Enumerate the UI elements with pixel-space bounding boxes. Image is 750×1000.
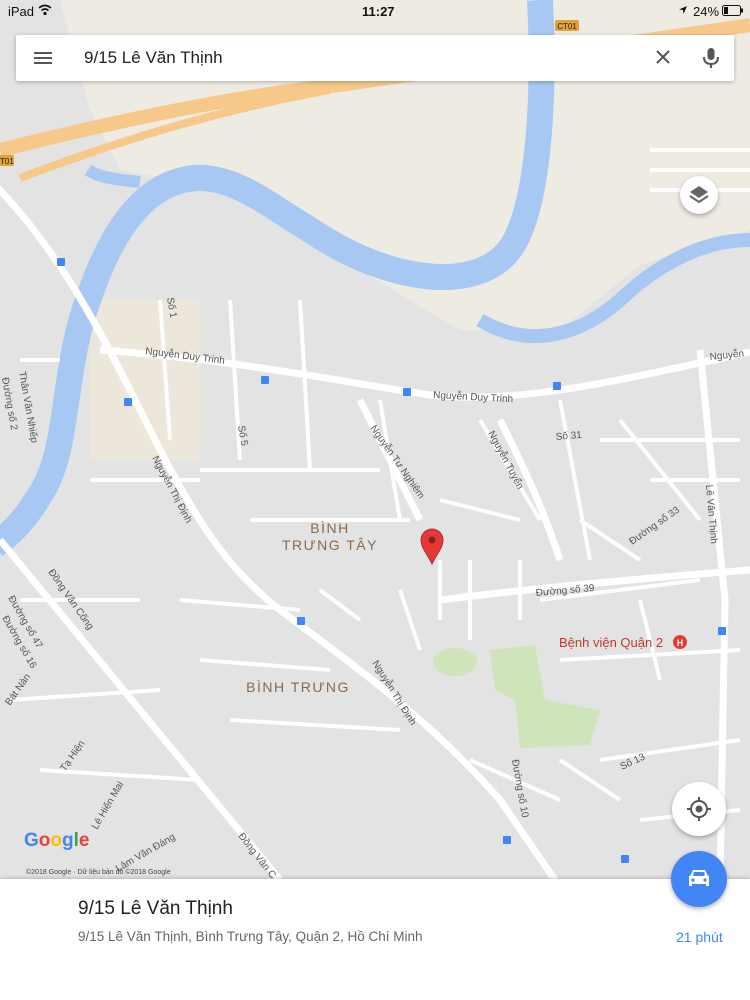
car-icon bbox=[689, 870, 709, 886]
menu-button[interactable] bbox=[30, 46, 56, 70]
layers-icon bbox=[689, 186, 709, 204]
hospital-icon[interactable]: H bbox=[673, 635, 687, 649]
status-bar: iPad 11:27 24% bbox=[0, 0, 750, 22]
wifi-icon bbox=[38, 4, 52, 16]
microphone-icon bbox=[703, 48, 719, 68]
travel-time[interactable]: 21 phút bbox=[676, 929, 723, 945]
search-query[interactable]: 9/15 Lê Văn Thịnh bbox=[84, 48, 223, 68]
battery-icon bbox=[722, 5, 743, 16]
close-icon bbox=[656, 50, 670, 64]
map-layers-button[interactable] bbox=[680, 176, 718, 214]
battery-percent: 24% bbox=[693, 4, 720, 19]
place-info-sheet[interactable]: 9/15 Lê Văn Thịnh 9/15 Lê Văn Thịnh, Bìn… bbox=[0, 879, 750, 1000]
area-label: BÌNH TRƯNG bbox=[246, 679, 350, 695]
map-canvas[interactable]: CT01 CT01 Nguyễn Duy Trinh Nguyễn Duy Tr… bbox=[0, 0, 750, 880]
directions-button[interactable] bbox=[671, 851, 727, 907]
poi-label[interactable]: Bệnh viện Quận 2 bbox=[559, 635, 663, 650]
area-label: TRƯNG TÂY bbox=[282, 537, 378, 553]
crosshair-icon bbox=[687, 797, 711, 821]
hamburger-menu-icon bbox=[34, 52, 52, 64]
place-address: 9/15 Lê Văn Thịnh, Bình Trưng Tây, Quận … bbox=[78, 929, 423, 944]
google-logo: Google bbox=[24, 830, 90, 851]
voice-search-button[interactable] bbox=[698, 45, 724, 71]
device-name: iPad bbox=[8, 4, 35, 19]
highway-badge: CT01 bbox=[557, 22, 577, 31]
place-title: 9/15 Lê Văn Thịnh bbox=[78, 898, 233, 919]
map-copyright: ©2018 Google · Dữ liệu bản đồ ©2018 Goog… bbox=[26, 869, 171, 876]
search-bar[interactable]: 9/15 Lê Văn Thịnh bbox=[16, 35, 734, 81]
my-location-button[interactable] bbox=[672, 782, 726, 836]
svg-text:H: H bbox=[677, 638, 684, 648]
clear-search-button[interactable] bbox=[650, 46, 676, 70]
highway-badge: CT01 bbox=[0, 157, 14, 166]
area-label: BÌNH bbox=[310, 520, 349, 536]
location-arrow-icon bbox=[679, 6, 687, 14]
street-label: Số 31 bbox=[555, 429, 583, 443]
clock: 11:27 bbox=[362, 4, 395, 19]
